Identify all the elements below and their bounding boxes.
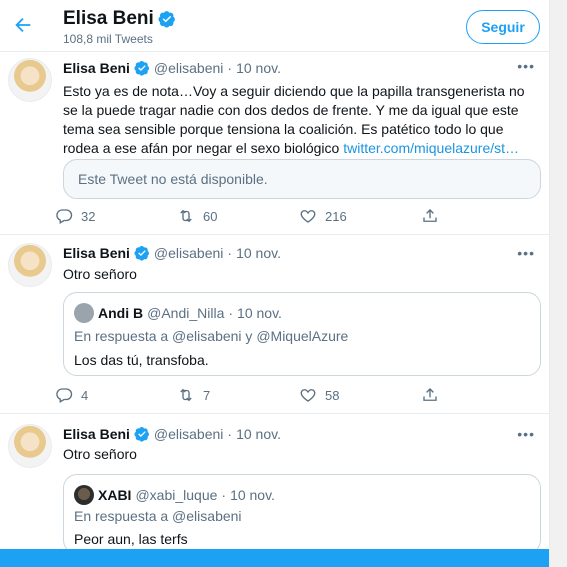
quote-text: Los das tú, transfoba. bbox=[74, 352, 209, 368]
follow-button[interactable]: Seguir bbox=[466, 10, 540, 44]
avatar[interactable] bbox=[8, 243, 52, 287]
share-button[interactable] bbox=[421, 384, 451, 406]
header-name: Elisa Beni bbox=[63, 8, 154, 29]
scrollbar[interactable] bbox=[549, 0, 567, 567]
retweet-icon bbox=[180, 388, 192, 402]
quote-author-name: Andi B bbox=[98, 305, 144, 321]
tweet-date[interactable]: 10 nov. bbox=[236, 60, 281, 76]
heart-icon bbox=[300, 210, 316, 223]
more-icon[interactable]: ••• bbox=[517, 426, 535, 442]
retweet-button[interactable]: 60 bbox=[177, 205, 299, 227]
tweet-date[interactable]: 10 nov. bbox=[236, 426, 281, 442]
share-icon bbox=[423, 209, 437, 222]
retweet-count: 7 bbox=[203, 387, 211, 403]
quote-text: Peor aun, las terfs bbox=[74, 531, 188, 547]
separator-dot: · bbox=[227, 60, 233, 76]
reply-button[interactable]: 32 bbox=[55, 205, 177, 227]
quote-reply-to: En respuesta a @elisabeni bbox=[74, 508, 242, 524]
separator-dot: · bbox=[227, 426, 233, 442]
tweet-text: Esto ya es de nota…Voy a seguir diciendo… bbox=[63, 82, 541, 158]
author-name[interactable]: Elisa Beni bbox=[63, 245, 130, 261]
author-handle[interactable]: @elisabeni bbox=[154, 60, 223, 76]
avatar[interactable] bbox=[8, 58, 52, 102]
quote-unavailable: Este Tweet no está disponible. bbox=[63, 159, 541, 199]
back-arrow-icon[interactable] bbox=[10, 12, 36, 38]
like-count: 58 bbox=[325, 387, 340, 403]
share-icon bbox=[423, 388, 437, 401]
quoted-tweet[interactable]: Andi B @Andi_Nilla · 10 nov. En respuest… bbox=[63, 292, 541, 376]
profile-header: Elisa Beni 108,8 mil Tweets Seguir bbox=[0, 0, 549, 52]
tweet-date[interactable]: 10 nov. bbox=[236, 245, 281, 261]
bottom-banner[interactable] bbox=[0, 549, 567, 567]
header-title: Elisa Beni bbox=[63, 8, 176, 30]
tweet-link[interactable]: twitter.com/miquelazure/st… bbox=[343, 140, 519, 156]
separator-dot: · bbox=[228, 305, 234, 321]
verified-badge-icon bbox=[134, 426, 150, 442]
more-icon[interactable]: ••• bbox=[517, 245, 535, 261]
separator-dot: · bbox=[227, 245, 233, 261]
verified-badge-icon bbox=[134, 245, 150, 261]
tweet-header: Elisa Beni @elisabeni · 10 nov. bbox=[63, 245, 281, 261]
quote-date: 10 nov. bbox=[237, 305, 282, 321]
tweet-actions: 32 60 216 bbox=[55, 205, 485, 227]
quote-avatar bbox=[74, 303, 94, 323]
quote-author-handle: @Andi_Nilla bbox=[147, 305, 225, 321]
quote-avatar bbox=[74, 485, 94, 505]
like-button[interactable]: 216 bbox=[299, 205, 421, 227]
tweet-header: Elisa Beni @elisabeni · 10 nov. bbox=[63, 426, 281, 442]
reply-count: 4 bbox=[81, 387, 89, 403]
share-button[interactable] bbox=[421, 205, 451, 227]
author-handle[interactable]: @elisabeni bbox=[154, 245, 223, 261]
quote-author-handle: @xabi_luque bbox=[135, 487, 218, 503]
quote-header: Andi B @Andi_Nilla · 10 nov. bbox=[74, 303, 282, 323]
verified-badge-icon bbox=[134, 60, 150, 76]
reply-icon bbox=[56, 388, 73, 403]
tweet[interactable]: Elisa Beni @elisabeni · 10 nov. ••• Otro… bbox=[0, 414, 549, 554]
tweet[interactable]: Elisa Beni @elisabeni · 10 nov. ••• Esto… bbox=[0, 52, 549, 235]
quote-reply-to: En respuesta a @elisabeni y @MiquelAzure bbox=[74, 328, 349, 344]
avatar[interactable] bbox=[8, 424, 52, 468]
like-count: 216 bbox=[325, 208, 347, 224]
tweet-text: Otro señoro bbox=[63, 266, 137, 282]
more-icon[interactable]: ••• bbox=[517, 58, 535, 74]
reply-count: 32 bbox=[81, 208, 96, 224]
reply-button[interactable]: 4 bbox=[55, 384, 177, 406]
quote-header: XABI @xabi_luque · 10 nov. bbox=[74, 485, 275, 505]
retweet-count: 60 bbox=[203, 208, 218, 224]
tweet[interactable]: Elisa Beni @elisabeni · 10 nov. ••• Otro… bbox=[0, 235, 549, 414]
tweet-count: 108,8 mil Tweets bbox=[63, 32, 153, 46]
reply-icon bbox=[56, 209, 73, 224]
quoted-tweet[interactable]: XABI @xabi_luque · 10 nov. En respuesta … bbox=[63, 474, 541, 554]
author-name[interactable]: Elisa Beni bbox=[63, 60, 130, 76]
verified-badge-icon bbox=[158, 10, 176, 28]
separator-dot: · bbox=[221, 487, 227, 503]
author-name[interactable]: Elisa Beni bbox=[63, 426, 130, 442]
tweet-actions: 4 7 58 bbox=[55, 384, 485, 406]
quote-date: 10 nov. bbox=[230, 487, 275, 503]
tweet-text: Otro señoro bbox=[63, 446, 137, 462]
quote-author-name: XABI bbox=[98, 487, 132, 503]
retweet-icon bbox=[180, 209, 192, 223]
author-handle[interactable]: @elisabeni bbox=[154, 426, 223, 442]
like-button[interactable]: 58 bbox=[299, 384, 421, 406]
retweet-button[interactable]: 7 bbox=[177, 384, 299, 406]
tweet-header: Elisa Beni @elisabeni · 10 nov. bbox=[63, 60, 281, 76]
heart-icon bbox=[300, 389, 316, 402]
